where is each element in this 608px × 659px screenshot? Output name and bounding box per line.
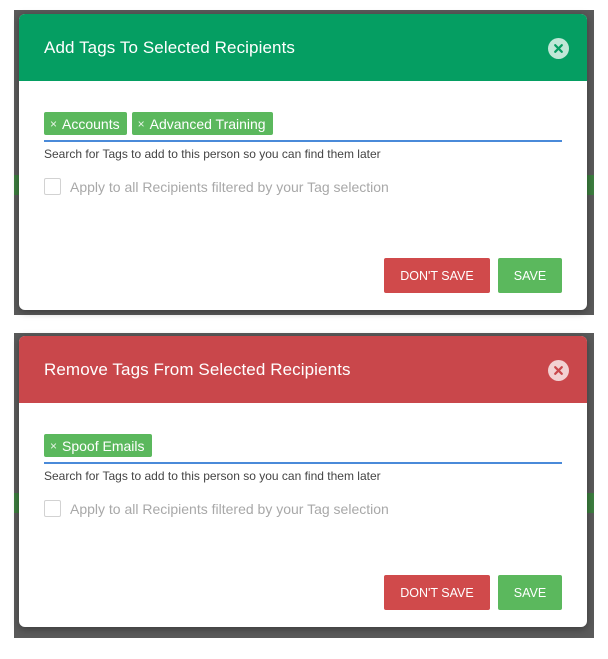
- tag-remove-icon[interactable]: ×: [50, 439, 57, 453]
- dialog-footer: DON'T SAVE SAVE: [384, 258, 562, 293]
- tag-label: Advanced Training: [149, 115, 266, 132]
- tag-chip: × Spoof Emails: [44, 434, 152, 457]
- dialog-title: Add Tags To Selected Recipients: [44, 37, 296, 57]
- apply-all-row: Apply to all Recipients filtered by your…: [44, 178, 562, 195]
- apply-all-label[interactable]: Apply to all Recipients filtered by your…: [70, 179, 389, 195]
- tag-remove-icon[interactable]: ×: [138, 117, 145, 131]
- background-row-marker: [586, 175, 594, 195]
- tag-label: Accounts: [62, 115, 120, 132]
- add-tags-dialog: Add Tags To Selected Recipients × Accoun…: [19, 14, 587, 310]
- tag-search-input[interactable]: × Accounts × Advanced Training: [44, 112, 562, 142]
- tag-remove-icon[interactable]: ×: [50, 117, 57, 131]
- close-icon[interactable]: [548, 38, 569, 59]
- dialog-header: Remove Tags From Selected Recipients: [19, 336, 587, 403]
- tag-search-input[interactable]: × Spoof Emails: [44, 434, 562, 464]
- remove-tags-dialog: Remove Tags From Selected Recipients × S…: [19, 336, 587, 627]
- apply-all-checkbox[interactable]: [44, 178, 61, 195]
- dialog-footer: DON'T SAVE SAVE: [384, 575, 562, 610]
- apply-all-checkbox[interactable]: [44, 500, 61, 517]
- apply-all-label[interactable]: Apply to all Recipients filtered by your…: [70, 501, 389, 517]
- helper-text: Search for Tags to add to this person so…: [44, 469, 381, 483]
- save-button[interactable]: SAVE: [498, 575, 562, 610]
- save-button[interactable]: SAVE: [498, 258, 562, 293]
- dont-save-button[interactable]: DON'T SAVE: [384, 575, 490, 610]
- dialog-title: Remove Tags From Selected Recipients: [44, 359, 351, 379]
- close-icon[interactable]: [548, 360, 569, 381]
- dont-save-button[interactable]: DON'T SAVE: [384, 258, 490, 293]
- tag-chip: × Advanced Training: [131, 112, 273, 135]
- dialog-body: × Accounts × Advanced Training Search fo…: [19, 81, 587, 195]
- background-row-marker: [586, 493, 594, 513]
- apply-all-row: Apply to all Recipients filtered by your…: [44, 500, 562, 517]
- dialog-body: × Spoof Emails Search for Tags to add to…: [19, 403, 587, 517]
- dialog-header: Add Tags To Selected Recipients: [19, 14, 587, 81]
- tag-chip: × Accounts: [44, 112, 127, 135]
- helper-text: Search for Tags to add to this person so…: [44, 147, 381, 161]
- tag-label: Spoof Emails: [62, 437, 145, 454]
